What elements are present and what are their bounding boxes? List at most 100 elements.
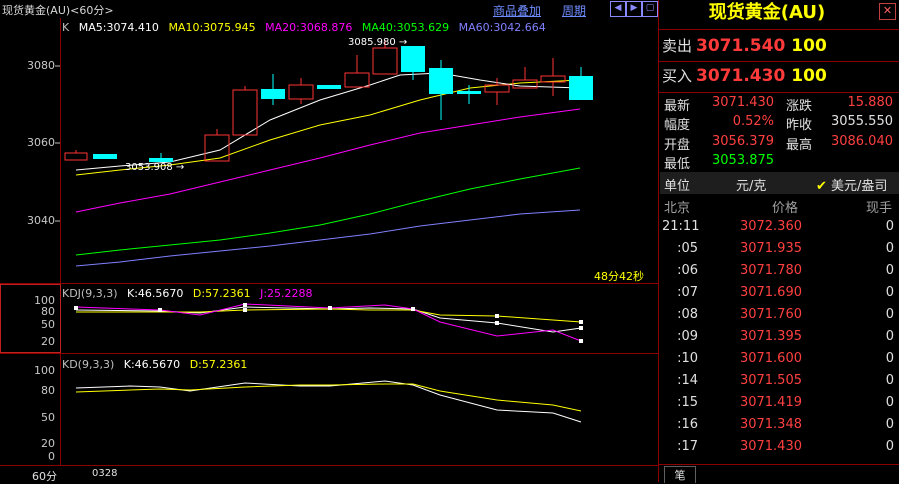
tick-time: :16 [677, 417, 698, 432]
tick-volume: 0 [885, 373, 894, 388]
tick-row: :15 3071.419 0 [662, 395, 896, 417]
kd-axis-label: 80 [41, 384, 55, 397]
date-label: 0328 [92, 468, 118, 479]
kd-axis-label: 100 [34, 364, 55, 377]
panel-separator [659, 92, 899, 93]
quote-label: 开盘 [664, 138, 691, 153]
col-price: 价格 [772, 201, 799, 216]
tick-volume: 0 [885, 439, 894, 454]
kdj-axis-label: 80 [41, 305, 55, 318]
quote-label: 涨跌 [786, 99, 813, 114]
tick-row: :17 3071.430 0 [662, 439, 896, 461]
quote-label: 最新 [664, 99, 691, 114]
col-place: 北京 [664, 201, 691, 216]
quote-label: 最高 [786, 138, 813, 153]
tick-price: 3071.419 [739, 395, 802, 410]
tick-volume: 0 [885, 241, 894, 256]
sell-label: 卖出 [662, 37, 693, 55]
tick-volume: 0 [885, 263, 894, 278]
kd-d: D:57.2361 [189, 358, 248, 371]
unit-option-toggle[interactable]: ✔ 美元/盎司 [816, 175, 887, 194]
buy-row: 买入 3071.430 100 [662, 62, 894, 90]
tick-volume: 0 [885, 395, 894, 410]
kdj-k: K:46.5670 [127, 287, 184, 300]
candles [64, 40, 593, 162]
tick-row: :06 3071.780 0 [662, 263, 896, 285]
tab-trades[interactable]: 笔 [664, 466, 696, 483]
tick-row: :08 3071.760 0 [662, 307, 896, 329]
panel-separator [659, 29, 899, 30]
tick-price: 3071.935 [739, 241, 802, 256]
candlestick-chart[interactable] [0, 0, 658, 482]
tick-price: 3071.760 [739, 307, 802, 322]
kdj-lines [74, 303, 583, 343]
tick-volume: 0 [885, 285, 894, 300]
tick-time: 21:11 [662, 219, 700, 234]
tick-row: :14 3071.505 0 [662, 373, 896, 395]
sell-row: 卖出 3071.540 100 [662, 32, 894, 60]
quote-row: 开盘 3056.379 最高 3086.040 [662, 134, 894, 153]
buy-volume: 100 [791, 66, 827, 86]
tick-volume: 0 [885, 351, 894, 366]
quote-value: 3071.430 [712, 95, 775, 110]
kd-axis-label: 0 [48, 450, 55, 463]
tick-time: :09 [677, 329, 698, 344]
ma60-line [75, 209, 581, 267]
tick-row: :09 3071.395 0 [662, 329, 896, 351]
check-icon: ✔ [816, 179, 827, 194]
quote-value: 3055.550 [830, 114, 893, 129]
tick-volume: 0 [885, 307, 894, 322]
tick-row: :10 3071.600 0 [662, 351, 896, 373]
tick-price: 3071.780 [739, 263, 802, 278]
sell-volume: 100 [791, 36, 827, 56]
tick-price: 3071.348 [739, 417, 802, 432]
close-icon[interactable]: ✕ [879, 3, 896, 20]
quote-value: 15.880 [847, 95, 894, 110]
tick-header: 北京 价格 现手 [662, 197, 896, 219]
quote-value: 3056.379 [712, 134, 775, 149]
kdj-axis-label: 50 [41, 318, 55, 331]
quote-row: 最新 3071.430 涨跌 15.880 [662, 95, 894, 114]
high-value: 3085.980 [348, 37, 396, 48]
buy-price: 3071.430 [696, 66, 786, 86]
buy-label: 买入 [662, 67, 693, 85]
tick-volume: 0 [885, 417, 894, 432]
kdj-name: KDJ(9,3,3) [62, 287, 118, 300]
quote-value: 3053.875 [712, 153, 775, 168]
kd-legend: KD(9,3,3) K:46.5670 D:57.2361 [62, 358, 253, 371]
unit-option-label: 美元/盎司 [831, 179, 888, 194]
tick-time: :17 [677, 439, 698, 454]
unit-label: 单位 [664, 179, 691, 194]
tick-row: :05 3071.935 0 [662, 241, 896, 263]
kdj-d: D:57.2361 [192, 287, 251, 300]
tick-row: 21:11 3072.360 0 [662, 219, 896, 241]
low-annotation: 3053.908 → [125, 162, 185, 173]
tick-time: :08 [677, 307, 698, 322]
low-value: 3053.908 [125, 162, 173, 173]
high-annotation: 3085.980 → [348, 37, 408, 48]
col-volume: 现手 [866, 201, 893, 216]
tick-volume: 0 [885, 219, 894, 234]
tick-row: :07 3071.690 0 [662, 285, 896, 307]
tick-time: :05 [677, 241, 698, 256]
countdown-label: 48分42秒 [594, 270, 644, 283]
panel-divider [658, 0, 659, 482]
tick-volume: 0 [885, 329, 894, 344]
ma40-line [75, 167, 581, 256]
tick-price: 3071.600 [739, 351, 802, 366]
tick-time: :07 [677, 285, 698, 300]
tick-time: :15 [677, 395, 698, 410]
kd-lines [75, 380, 582, 423]
quote-title: 现货黄金(AU) [708, 2, 826, 23]
tick-row: :16 3071.348 0 [662, 417, 896, 439]
unit-value[interactable]: 元/克 [736, 175, 766, 194]
kdj-j: J:25.2288 [260, 287, 313, 300]
kd-axis-label: 20 [41, 437, 55, 450]
quote-value: 0.52% [732, 114, 774, 129]
tick-time: :10 [677, 351, 698, 366]
kdj-legend: KDJ(9,3,3) K:46.5670 D:57.2361 J:25.2288 [62, 287, 319, 300]
quote-label: 最低 [664, 157, 691, 172]
unit-bar: 单位 元/克 ✔ 美元/盎司 [660, 172, 899, 194]
kdj-axis-label: 20 [41, 335, 55, 348]
tick-time: :06 [677, 263, 698, 278]
